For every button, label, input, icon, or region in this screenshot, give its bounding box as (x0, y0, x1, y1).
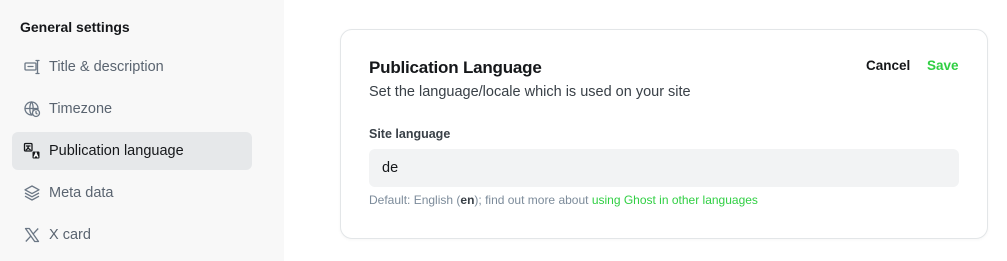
site-language-label: Site language (369, 127, 451, 141)
title-icon (23, 58, 41, 76)
site-language-input[interactable] (369, 149, 959, 187)
language-hint: Default: English (en); find out more abo… (369, 193, 758, 207)
hint-middle: ); find out more about (474, 193, 592, 207)
card-title: Publication Language (369, 58, 542, 77)
hint-prefix: Default: English ( (369, 193, 461, 207)
settings-sidebar: General settings Title & description Tim… (0, 0, 284, 261)
translate-icon (23, 142, 41, 160)
x-logo-icon (23, 226, 41, 244)
publication-language-card: Publication Language Set the language/lo… (340, 29, 988, 239)
sidebar-item-label: Timezone (49, 101, 113, 117)
layers-icon (23, 184, 41, 202)
ghost-languages-link[interactable]: using Ghost in other languages (592, 193, 758, 207)
sidebar-item-label: Publication language (49, 143, 184, 159)
save-button[interactable]: Save (927, 58, 959, 73)
sidebar-item-label: X card (49, 227, 91, 243)
sidebar-item-timezone[interactable]: Timezone (12, 90, 252, 128)
card-subtitle: Set the language/locale which is used on… (369, 84, 691, 100)
sidebar-item-meta-data[interactable]: Meta data (12, 174, 252, 212)
sidebar-item-x-card[interactable]: X card (12, 216, 252, 254)
sidebar-item-label: Meta data (49, 185, 114, 201)
cancel-button[interactable]: Cancel (866, 58, 910, 73)
hint-default-code: en (460, 193, 475, 207)
sidebar-item-title-description[interactable]: Title & description (12, 48, 252, 86)
sidebar-item-publication-language[interactable]: Publication language (12, 132, 252, 170)
sidebar-heading: General settings (20, 19, 130, 35)
globe-clock-icon (23, 100, 41, 118)
sidebar-item-label: Title & description (49, 59, 164, 75)
